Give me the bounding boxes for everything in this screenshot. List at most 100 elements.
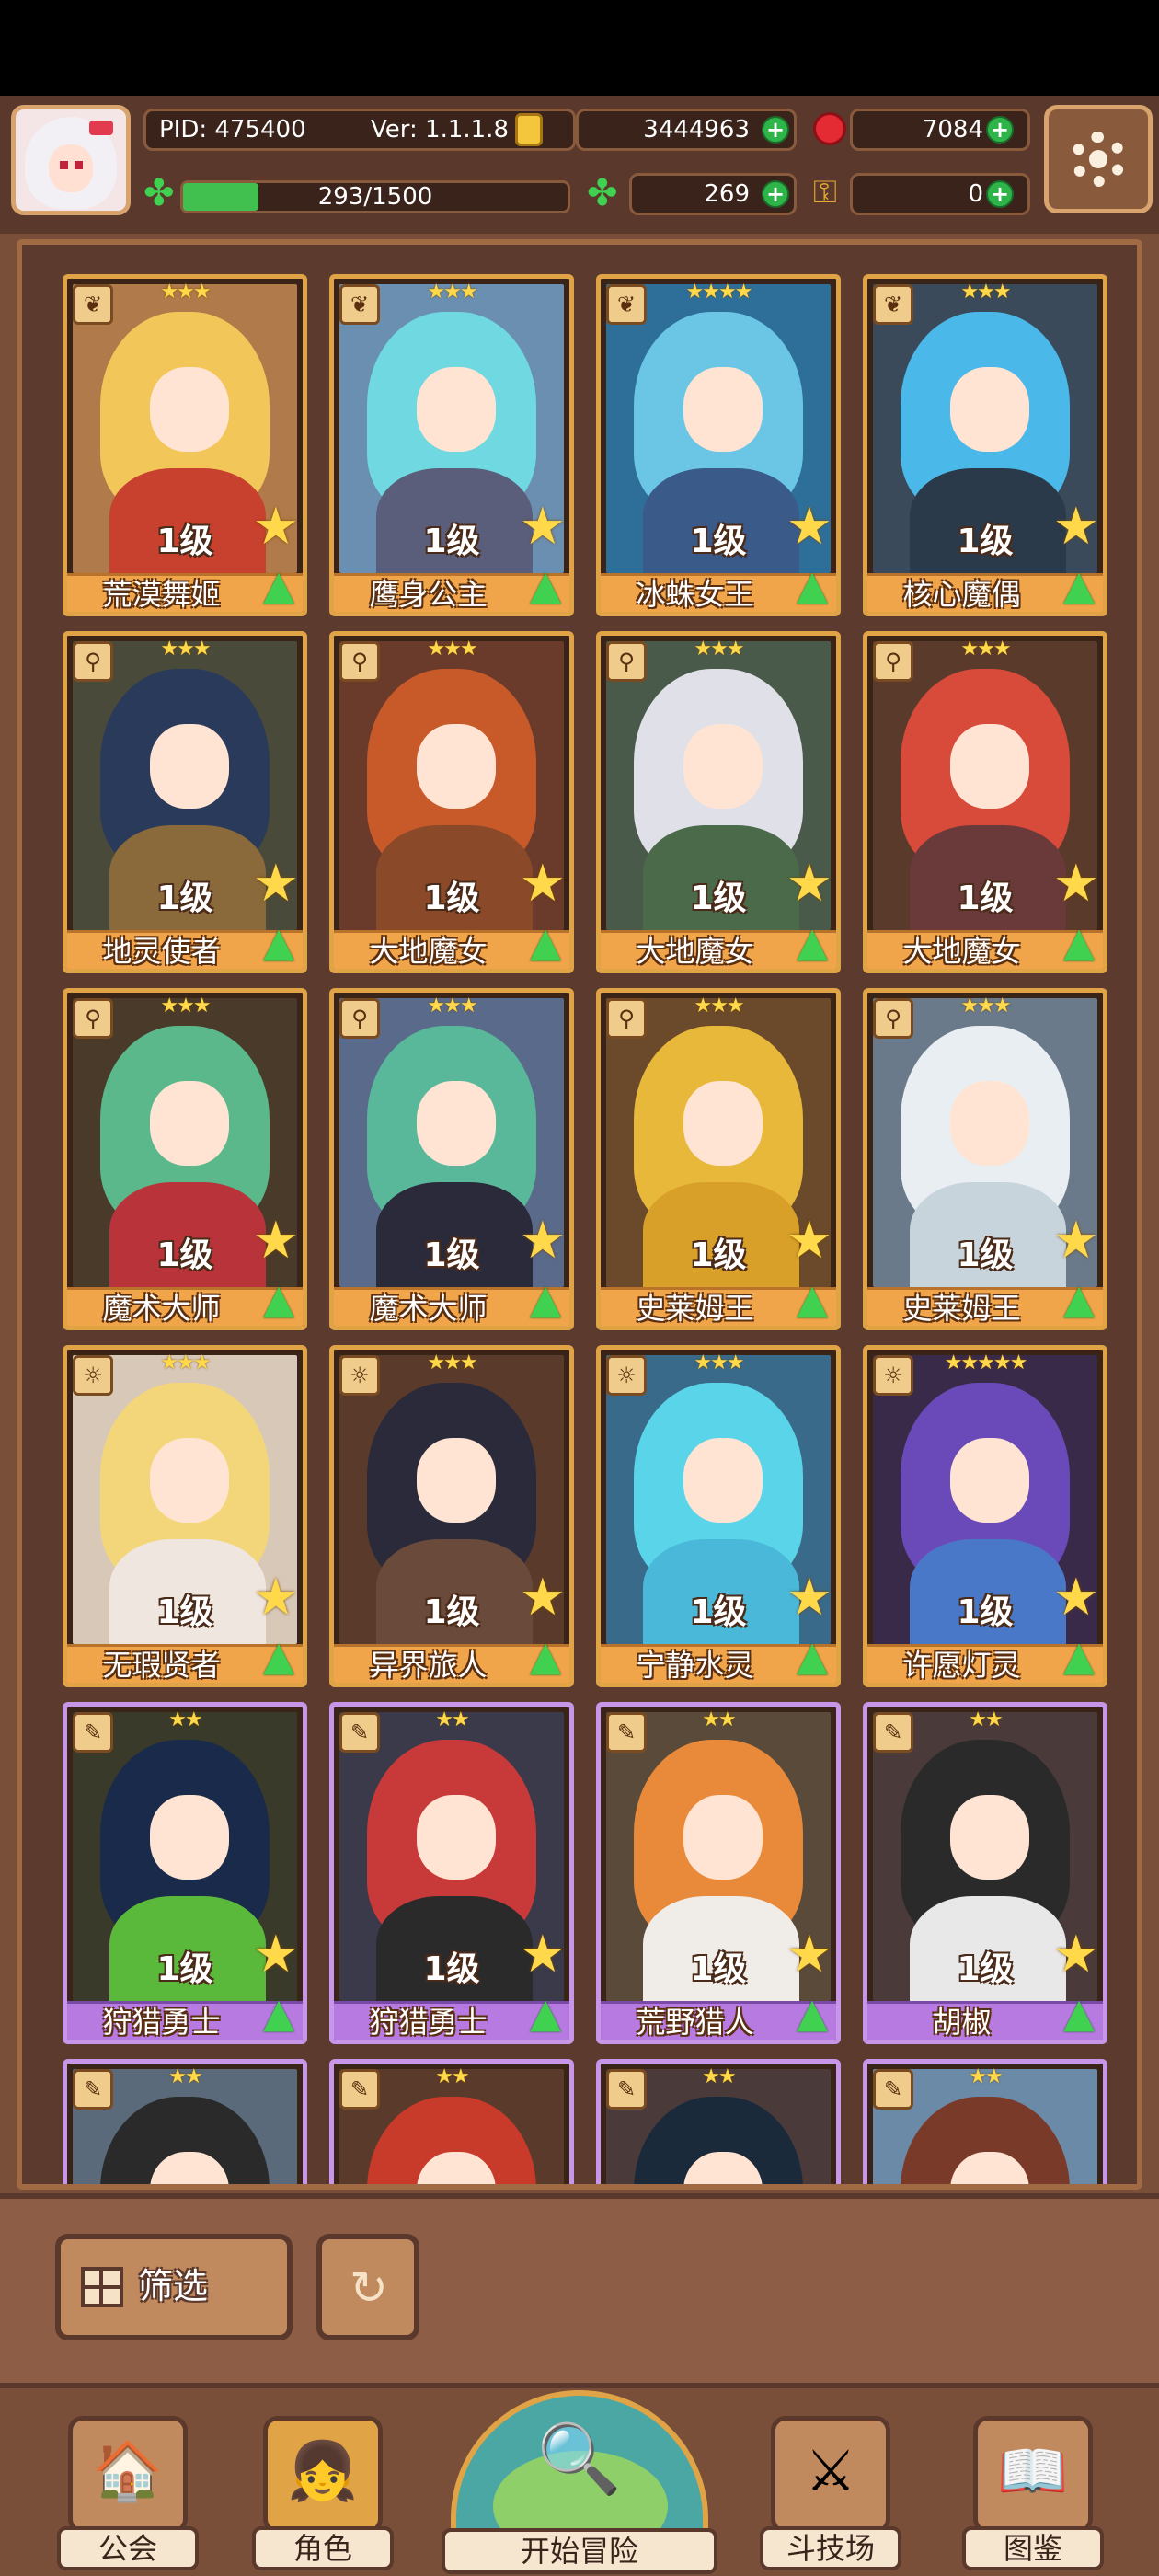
nav-guild-label: 公会 [57, 2526, 199, 2570]
portrait-face [683, 724, 763, 809]
player-info-pill: PID: 475400 Ver: 1.1.1.8 [143, 109, 576, 151]
upgrade-arrow-icon: ▲ [530, 1633, 561, 1680]
character-name: 大地魔女 [369, 934, 488, 969]
upgrade-arrow-icon: ▲ [263, 562, 294, 609]
portrait-face [150, 1438, 229, 1523]
character-card[interactable]: ★★★ ⚲ 1级 ★ 大地魔女 ▲ [863, 631, 1107, 973]
character-name: 核心魔偶 [902, 577, 1021, 612]
character-card[interactable]: ★★★ ❦ 1级 ★ 核心魔偶 ▲ [863, 274, 1107, 616]
portrait-face [683, 367, 763, 452]
character-card[interactable]: ★★ ✎ [596, 2059, 841, 2184]
magnifier-icon: 🔍 [536, 2420, 623, 2499]
reset-filter-button[interactable]: ↻ [316, 2234, 419, 2340]
filter-button[interactable]: 筛选 [55, 2234, 293, 2340]
character-card[interactable]: ★★★ ⚲ 1级 ★ 史莱姆王 ▲ [596, 988, 841, 1330]
character-card[interactable]: ★★★★ ❦ 1级 ★ 冰蛛女王 ▲ [596, 274, 841, 616]
filter-label: 筛选 [138, 2266, 209, 2306]
portrait-face [683, 1081, 763, 1166]
portrait-face [683, 1795, 763, 1880]
clover-level-icon: ✤ [143, 172, 175, 214]
character-card[interactable]: ★★★ ☼ 1级 ★ 无瑕贤者 ▲ [63, 1345, 307, 1687]
character-name: 胡椒 [932, 2005, 992, 2040]
upgrade-arrow-icon: ▲ [530, 919, 561, 966]
character-card[interactable]: ★★★ ⚲ 1级 ★ 地灵使者 ▲ [63, 631, 307, 973]
avatar-face [49, 144, 93, 192]
sun-icon: ☼ [73, 1355, 113, 1396]
portrait-face [417, 367, 496, 452]
sun-icon: ☼ [606, 1355, 647, 1396]
character-name: 冰蛛女王 [636, 577, 754, 612]
feather-icon: ✎ [339, 2069, 380, 2110]
upgrade-arrow-icon: ▲ [1063, 1990, 1095, 2037]
upgrade-arrow-icon: ▲ [797, 1990, 828, 2037]
refresh-icon: ↻ [350, 2261, 388, 2315]
character-name: 狩猎勇士 [369, 2005, 488, 2040]
character-name: 魔术大师 [102, 1291, 221, 1326]
star-upgrade-icon: ★ [786, 1211, 832, 1271]
nav-arena[interactable]: ⚔ 斗技场 [760, 2416, 901, 2570]
star-upgrade-icon: ★ [1052, 497, 1099, 557]
add-key-plus-icon[interactable]: + [986, 180, 1014, 208]
character-card[interactable]: ★★★ ⚲ 1级 ★ 魔术大师 ▲ [329, 988, 574, 1330]
add-clover-plus-icon[interactable]: + [762, 180, 789, 208]
upgrade-arrow-icon: ▲ [1063, 1633, 1095, 1680]
character-face-icon: 👧 [287, 2437, 359, 2504]
feather-icon: ✎ [73, 2069, 113, 2110]
nav-characters[interactable]: 👧 角色 [252, 2416, 394, 2570]
character-card[interactable]: ★★ ✎ 1级 ★ 狩猎勇士 ▲ [329, 1702, 574, 2044]
character-name: 地灵使者 [102, 934, 221, 969]
character-card[interactable]: ★★★ ⚲ 1级 ★ 大地魔女 ▲ [596, 631, 841, 973]
portrait-face [683, 1438, 763, 1523]
character-card[interactable]: ★★★ ☼ 1级 ★ 宁静水灵 ▲ [596, 1345, 841, 1687]
character-grid[interactable]: ★★★ ❦ 1级 ★ 荒漠舞姬 ▲ ★★★ ❦ 1级 ★ 鹰身公主 ▲ ★★★★ ❦ 1级 ★ 冰蛛女王 ▲ ★★★… [17, 239, 1142, 2190]
wand-icon: ⚲ [873, 998, 913, 1039]
character-card[interactable]: ★★★★★ ☼ 1级 ★ 许愿灯灵 ▲ [863, 1345, 1107, 1687]
character-card[interactable]: ★★ ✎ [329, 2059, 574, 2184]
character-card[interactable]: ★★★ ☼ 1级 ★ 异界旅人 ▲ [329, 1345, 574, 1687]
upgrade-arrow-icon: ▲ [263, 1633, 294, 1680]
nav-codex[interactable]: 📖 图鉴 [962, 2416, 1104, 2570]
portrait-face [417, 1438, 496, 1523]
character-card[interactable]: ★★ ✎ 1级 ★ 狩猎勇士 ▲ [63, 1702, 307, 2044]
upgrade-arrow-icon: ▲ [1063, 1276, 1095, 1323]
character-card[interactable]: ★★★ ⚲ 1级 ★ 魔术大师 ▲ [63, 988, 307, 1330]
character-card[interactable]: ★★★ ❦ 1级 ★ 鹰身公主 ▲ [329, 274, 574, 616]
feather-icon: ✎ [873, 2069, 913, 2110]
wand-icon: ⚲ [873, 641, 913, 682]
portrait-face [950, 1081, 1029, 1166]
character-card[interactable]: ★★ ✎ 1级 ★ 胡椒 ▲ [863, 1702, 1107, 2044]
feather-icon: ✎ [606, 2069, 647, 2110]
version-text: Ver: 1.1.1.8 [371, 116, 509, 144]
upgrade-arrow-icon: ▲ [1063, 562, 1095, 609]
character-name: 宁静水灵 [636, 1648, 754, 1683]
add-gold-plus-icon[interactable]: + [762, 116, 789, 144]
wand-icon: ⚲ [339, 641, 380, 682]
portrait-face [150, 724, 229, 809]
feather-icon: ✎ [73, 1712, 113, 1753]
nav-guild[interactable]: 🏠 公会 [57, 2416, 199, 2570]
player-avatar[interactable] [11, 105, 131, 215]
settings-button[interactable] [1044, 105, 1153, 213]
character-card[interactable]: ★★ ✎ 1级 ★ 荒野猎人 ▲ [596, 1702, 841, 2044]
character-card[interactable]: ★★ ✎ [863, 2059, 1107, 2184]
pid-text: PID: 475400 [159, 116, 306, 144]
nav-start-adventure[interactable]: 🔍 开始冒险 [442, 2390, 717, 2576]
star-upgrade-icon: ★ [519, 1568, 566, 1627]
system-status-bar [0, 0, 1159, 96]
character-card[interactable]: ★★★ ❦ 1级 ★ 荒漠舞姬 ▲ [63, 274, 307, 616]
upgrade-arrow-icon: ▲ [530, 1990, 561, 2037]
add-ruby-plus-icon[interactable]: + [986, 116, 1014, 144]
character-card[interactable]: ★★ ✎ [63, 2059, 307, 2184]
upgrade-arrow-icon: ▲ [797, 919, 828, 966]
character-name: 史莱姆王 [636, 1291, 754, 1326]
nav-characters-label: 角色 [252, 2526, 394, 2570]
star-upgrade-icon: ★ [1052, 1925, 1099, 1984]
upgrade-arrow-icon: ▲ [1063, 919, 1095, 966]
character-card[interactable]: ★★★ ⚲ 1级 ★ 大地魔女 ▲ [329, 631, 574, 973]
character-card[interactable]: ★★★ ⚲ 1级 ★ 史莱姆王 ▲ [863, 988, 1107, 1330]
ruby-amount: 7084 [922, 116, 983, 144]
portrait-face [950, 1795, 1029, 1880]
portrait-face [150, 1795, 229, 1880]
character-name: 大地魔女 [902, 934, 1021, 969]
sun-icon: ☼ [339, 1355, 380, 1396]
